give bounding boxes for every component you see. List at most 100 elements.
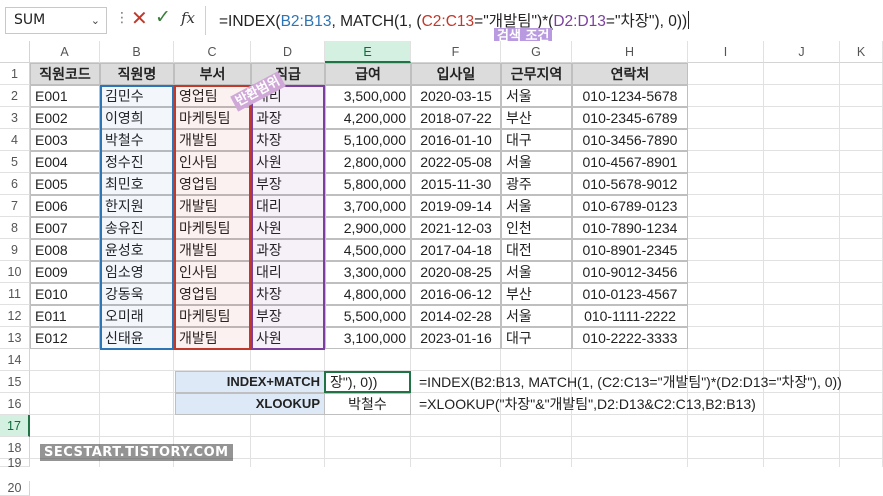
name-box[interactable]: SUM ⌄ xyxy=(5,7,107,34)
column-header-k[interactable]: K xyxy=(840,41,883,63)
row-header-19[interactable]: 19 xyxy=(0,457,30,469)
table-cell[interactable]: 4,500,000 xyxy=(325,239,411,261)
formula-input[interactable]: =INDEX(B2:B13, MATCH(1, (C2:C13="개발팀")*(… xyxy=(219,9,690,31)
table-cell[interactable]: 010-9012-3456 xyxy=(572,261,688,283)
table-cell[interactable]: 2019-09-14 xyxy=(411,195,501,217)
table-cell[interactable]: 010-0123-4567 xyxy=(572,283,688,305)
table-cell[interactable]: E004 xyxy=(30,151,100,173)
table-cell[interactable]: E010 xyxy=(30,283,100,305)
table-cell[interactable]: E009 xyxy=(30,261,100,283)
row-header-1[interactable]: 1 xyxy=(0,63,30,85)
table-cell[interactable]: 3,100,000 xyxy=(325,327,411,349)
select-all-corner[interactable] xyxy=(0,41,30,63)
table-cell[interactable]: 2022-05-08 xyxy=(411,151,501,173)
column-header-f[interactable]: F xyxy=(411,41,501,63)
table-cell[interactable]: 2021-12-03 xyxy=(411,217,501,239)
table-cell[interactable]: 2014-02-28 xyxy=(411,305,501,327)
column-header-b[interactable]: B xyxy=(100,41,174,63)
more-options-icon[interactable]: ⋮ xyxy=(115,10,129,26)
table-cell[interactable]: E001 xyxy=(30,85,100,107)
table-cell[interactable]: 2020-08-25 xyxy=(411,261,501,283)
table-cell[interactable]: 5,500,000 xyxy=(325,305,411,327)
table-cell[interactable]: 서울 xyxy=(501,261,572,283)
table-cell[interactable]: 부산 xyxy=(501,107,572,129)
column-header-d[interactable]: D xyxy=(251,41,325,63)
table-cell[interactable]: 010-2345-6789 xyxy=(572,107,688,129)
table-cell[interactable]: 010-7890-1234 xyxy=(572,217,688,239)
column-header-a[interactable]: A xyxy=(30,41,100,63)
table-cell[interactable]: 010-4567-8901 xyxy=(572,151,688,173)
column-header-j[interactable]: J xyxy=(764,41,840,63)
table-cell[interactable]: 광주 xyxy=(501,173,572,195)
table-cell[interactable]: 010-2222-3333 xyxy=(572,327,688,349)
table-cell[interactable]: E007 xyxy=(30,217,100,239)
table-cell[interactable]: 4,800,000 xyxy=(325,283,411,305)
table-cell[interactable]: 2017-04-18 xyxy=(411,239,501,261)
table-cell[interactable]: 2020-03-15 xyxy=(411,85,501,107)
index-match-result-cell[interactable]: 장"), 0)) xyxy=(324,371,411,393)
table-cell[interactable]: E011 xyxy=(30,305,100,327)
table-cell[interactable]: 2,900,000 xyxy=(325,217,411,239)
table-header-cell[interactable]: 급여 xyxy=(325,63,411,85)
table-cell[interactable]: 서울 xyxy=(501,85,572,107)
table-cell[interactable]: 5,800,000 xyxy=(325,173,411,195)
table-cell[interactable]: 3,700,000 xyxy=(325,195,411,217)
table-cell[interactable]: 인천 xyxy=(501,217,572,239)
table-cell[interactable]: 3,300,000 xyxy=(325,261,411,283)
table-cell[interactable]: E002 xyxy=(30,107,100,129)
table-header-cell[interactable]: 직원명 xyxy=(100,63,174,85)
enter-checkmark-icon[interactable]: ✓ xyxy=(155,6,171,28)
column-header-g[interactable]: G xyxy=(501,41,572,63)
table-cell[interactable]: 010-3456-7890 xyxy=(572,129,688,151)
table-cell[interactable]: E012 xyxy=(30,327,100,349)
table-cell[interactable]: 서울 xyxy=(501,305,572,327)
row-header-13[interactable]: 13 xyxy=(0,327,30,349)
table-cell[interactable]: 2016-06-12 xyxy=(411,283,501,305)
row-header-11[interactable]: 11 xyxy=(0,283,30,305)
table-header-cell[interactable]: 부서 xyxy=(174,63,251,85)
row-header-4[interactable]: 4 xyxy=(0,129,30,151)
table-cell[interactable]: 부산 xyxy=(501,283,572,305)
table-cell[interactable]: 서울 xyxy=(501,151,572,173)
table-cell[interactable]: 010-8901-2345 xyxy=(572,239,688,261)
chevron-down-icon[interactable]: ⌄ xyxy=(91,8,100,33)
table-cell[interactable]: E006 xyxy=(30,195,100,217)
table-header-cell[interactable]: 연락처 xyxy=(572,63,688,85)
table-cell[interactable]: 대구 xyxy=(501,129,572,151)
table-header-cell[interactable]: 근무지역 xyxy=(501,63,572,85)
table-cell[interactable]: E003 xyxy=(30,129,100,151)
row-header-14[interactable]: 14 xyxy=(0,349,30,371)
row-header-20[interactable]: 20 xyxy=(0,481,30,496)
row-header-16[interactable]: 16 xyxy=(0,393,30,415)
table-cell[interactable]: 2,800,000 xyxy=(325,151,411,173)
insert-function-icon[interactable]: fx xyxy=(181,9,195,27)
table-cell[interactable]: 서울 xyxy=(501,195,572,217)
column-header-h[interactable]: H xyxy=(572,41,688,63)
row-header-10[interactable]: 10 xyxy=(0,261,30,283)
row-header-15[interactable]: 15 xyxy=(0,371,30,393)
row-header-5[interactable]: 5 xyxy=(0,151,30,173)
table-cell[interactable]: E008 xyxy=(30,239,100,261)
table-cell[interactable]: 4,200,000 xyxy=(325,107,411,129)
row-header-3[interactable]: 3 xyxy=(0,107,30,129)
row-header-17[interactable]: 17 xyxy=(0,415,30,437)
table-cell[interactable]: 대전 xyxy=(501,239,572,261)
table-header-cell[interactable]: 입사일 xyxy=(411,63,501,85)
xlookup-result-cell[interactable]: 박철수 xyxy=(324,393,411,415)
table-cell[interactable]: 010-1234-5678 xyxy=(572,85,688,107)
row-header-7[interactable]: 7 xyxy=(0,195,30,217)
column-header-i[interactable]: I xyxy=(688,41,764,63)
row-header-6[interactable]: 6 xyxy=(0,173,30,195)
table-cell[interactable]: 2023-01-16 xyxy=(411,327,501,349)
column-header-e[interactable]: E xyxy=(325,41,411,63)
row-header-12[interactable]: 12 xyxy=(0,305,30,327)
row-header-2[interactable]: 2 xyxy=(0,85,30,107)
table-cell[interactable]: 3,500,000 xyxy=(325,85,411,107)
table-cell[interactable]: 010-5678-9012 xyxy=(572,173,688,195)
table-cell[interactable]: 010-6789-0123 xyxy=(572,195,688,217)
column-header-c[interactable]: C xyxy=(174,41,251,63)
table-cell[interactable]: 대구 xyxy=(501,327,572,349)
table-cell[interactable]: 2016-01-10 xyxy=(411,129,501,151)
table-cell[interactable]: 5,100,000 xyxy=(325,129,411,151)
table-cell[interactable]: 2018-07-22 xyxy=(411,107,501,129)
